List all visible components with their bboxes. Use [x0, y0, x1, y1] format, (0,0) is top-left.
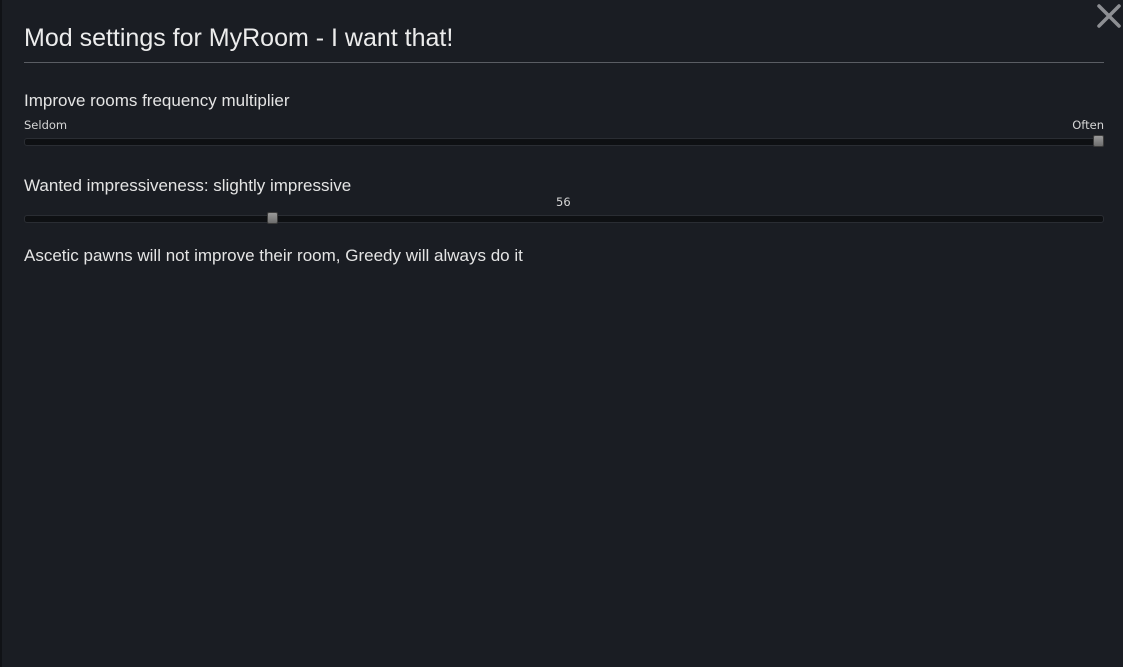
impressiveness-slider[interactable] — [24, 212, 1104, 224]
frequency-slider-thumb[interactable] — [1093, 135, 1104, 147]
frequency-slider[interactable] — [24, 135, 1104, 147]
impressiveness-slider-thumb[interactable] — [267, 212, 279, 224]
mod-settings-window: Mod settings for MyRoom - I want that! I… — [0, 0, 1123, 667]
impressiveness-slider-track[interactable] — [24, 215, 1104, 223]
title-divider — [24, 62, 1104, 63]
close-button[interactable] — [1096, 3, 1122, 29]
frequency-slider-track[interactable] — [24, 138, 1104, 146]
close-icon — [1097, 4, 1121, 28]
frequency-max-label: Often — [1072, 118, 1104, 132]
frequency-min-label: Seldom — [24, 118, 68, 132]
impressiveness-value: 56 — [556, 195, 571, 209]
frequency-label: Improve rooms frequency multiplier — [24, 91, 290, 110]
dialog-title: Mod settings for MyRoom - I want that! — [24, 24, 454, 52]
ascetic-greedy-note: Ascetic pawns will not improve their roo… — [24, 246, 523, 265]
impressiveness-label: Wanted impressiveness: slightly impressi… — [24, 176, 352, 195]
